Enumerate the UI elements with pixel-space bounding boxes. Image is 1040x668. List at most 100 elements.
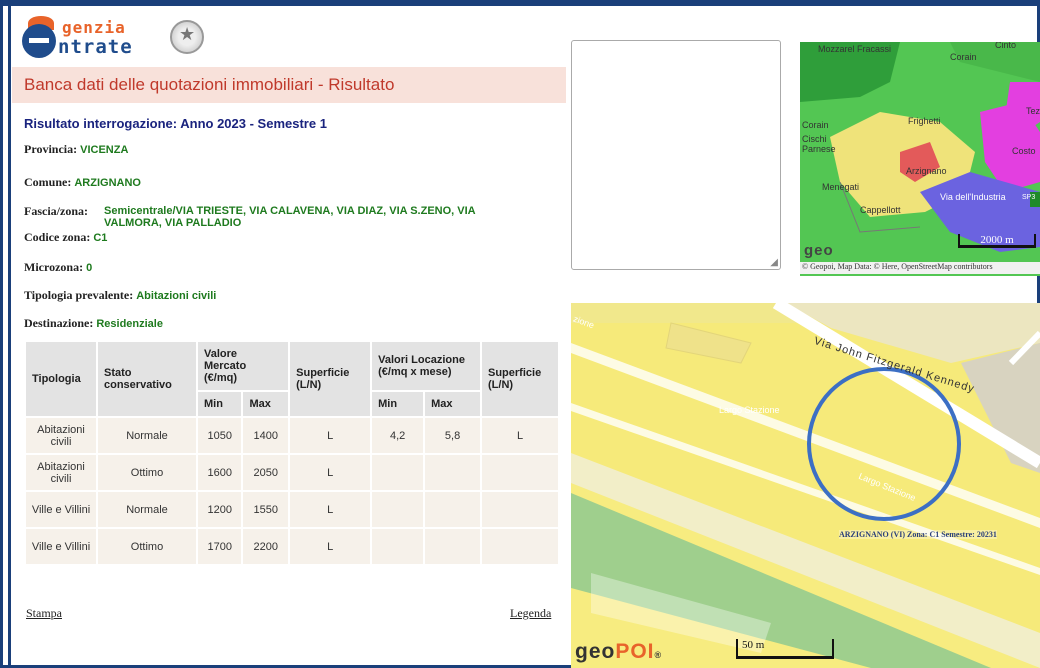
cell-stato: Normale (96, 416, 198, 455)
map-label-tez: Tez (1026, 106, 1040, 116)
result-heading: Risultato interrogazione: Anno 2023 - Se… (24, 116, 327, 131)
map-label-corain-2: Corain (802, 120, 829, 130)
cell-vm-min: 1200 (195, 490, 244, 529)
col-vl-max: Max (423, 390, 482, 418)
cell-vm-min: 1600 (195, 453, 244, 492)
col-vl-min: Min (370, 390, 426, 418)
quotazioni-table: Tipologia Stato conservativo Valore Merc… (24, 340, 560, 566)
table-row: Ville e Villini Ottimo 1700 2200 L (24, 527, 560, 566)
zone-label: ARZIGNANO (VI) Zona: C1 Semestre: 20231 (839, 530, 997, 539)
agenzia-entrate-logo[interactable]: genzia ntrate (22, 14, 222, 62)
stampa-link[interactable]: Stampa (26, 606, 62, 621)
detail-map[interactable]: Via John Fitzgerald Kennedy Largo Stazio… (571, 303, 1040, 668)
col-valori-locazione: Valori Locazione (€/mq x mese) (370, 340, 482, 392)
cell-vl-min (370, 453, 426, 492)
cell-vl-min: 4,2 (370, 416, 426, 455)
codice-label: Codice zona: (24, 230, 91, 244)
cell-stato: Ottimo (96, 527, 198, 566)
map-label-arzignano: Arzignano (906, 166, 947, 176)
col-superficie-2: Superficie (L/N) (480, 340, 560, 418)
cell-vl-max (423, 490, 482, 529)
logo-top-text: genzia (62, 18, 126, 37)
col-tipologia: Tipologia (24, 340, 98, 418)
cell-superficie-1: L (288, 490, 373, 529)
detail-map-shapes (571, 303, 1040, 668)
cell-vm-max: 2200 (241, 527, 291, 566)
map-label-sp3: SP3 (1022, 194, 1036, 201)
tipologia-label: Tipologia prevalente: (24, 288, 134, 302)
map-label-cinto: Cinto (995, 42, 1017, 50)
cell-superficie-2 (480, 453, 560, 492)
detail-scale-bar: 50 m (736, 639, 834, 659)
microzona-label: Microzona: (24, 260, 84, 274)
map-attribution[interactable]: © Geopoi, Map Data: © Here, OpenStreetMa… (800, 262, 1040, 274)
cell-vm-max: 2050 (241, 453, 291, 492)
col-vm-max: Max (241, 390, 291, 418)
map-label-industria: Via dell'Industria (940, 192, 1006, 202)
provincia-row: Provincia: VICENZA (24, 142, 128, 157)
cell-vl-min (370, 490, 426, 529)
microzona-row: Microzona: 0 (24, 260, 92, 275)
overview-map[interactable]: Mozzarel Fracassi Corain Corain Cischi P… (800, 42, 1040, 276)
comune-value: ARZIGNANO (74, 177, 141, 189)
logo-e-icon (22, 24, 56, 58)
geopoi-logo-poi: POI (615, 640, 655, 663)
col-stato: Stato conservativo (96, 340, 198, 418)
cell-vl-max (423, 453, 482, 492)
map-label-largo-stazione: Largo Stazione (719, 405, 780, 415)
col-valore-mercato: Valore Mercato (€/mq) (195, 340, 291, 392)
cell-superficie-2: L (480, 416, 560, 455)
table-row: Abitazioni civili Normale 1050 1400 L 4,2 5,8 L (24, 416, 560, 455)
detail-scale-label: 50 m (742, 639, 765, 651)
codice-row: Codice zona: C1 (24, 230, 107, 245)
overview-scale-label: 2000 m (980, 234, 1014, 246)
republic-emblem-icon (170, 20, 204, 54)
cell-superficie-1: L (288, 453, 373, 492)
resize-grip-icon[interactable]: ◢ (770, 258, 778, 268)
cell-vm-min: 1050 (195, 416, 244, 455)
destinazione-row: Destinazione: Residenziale (24, 316, 163, 331)
tipologia-value: Abitazioni civili (136, 290, 217, 302)
destinazione-label: Destinazione: (24, 316, 94, 330)
cell-tipologia: Abitazioni civili (24, 416, 98, 455)
cell-tipologia: Abitazioni civili (24, 453, 98, 492)
notes-textarea[interactable]: ◢ (571, 40, 781, 270)
cell-vl-min (370, 527, 426, 566)
geopoi-logo-geo: geo (575, 640, 616, 663)
provincia-label: Provincia: (24, 142, 78, 156)
map-label-costo: Costo (1012, 146, 1036, 156)
geopoi-logo-mark: ® (654, 650, 663, 660)
map-label-menegati: Menegati (822, 182, 860, 192)
table-row: Ville e Villini Normale 1200 1550 L (24, 490, 560, 529)
codice-value: C1 (93, 232, 108, 244)
legenda-link[interactable]: Legenda (510, 606, 551, 621)
col-vm-min: Min (195, 390, 244, 418)
cell-superficie-1: L (288, 416, 373, 455)
fascia-label: Fascia/zona: (24, 204, 88, 218)
provincia-value: VICENZA (80, 144, 129, 156)
fascia-value: Semicentrale/VIA TRIESTE, VIA CALAVENA, … (104, 205, 476, 229)
cell-vm-max: 1400 (241, 416, 291, 455)
comune-label: Comune: (24, 175, 72, 189)
map-label-cappellott: Cappellott (860, 205, 901, 215)
cell-tipologia: Ville e Villini (24, 527, 98, 566)
comune-row: Comune: ARZIGNANO (24, 175, 141, 190)
tipologia-row: Tipologia prevalente: Abitazioni civili (24, 288, 216, 303)
cell-vm-max: 1550 (241, 490, 291, 529)
map-label-cischi: Cischi Parnese (802, 134, 836, 154)
cell-stato: Ottimo (96, 453, 198, 492)
geopoi-logo: geoPOI® (575, 640, 662, 664)
map-label-corain: Corain (950, 52, 977, 62)
cell-vl-max: 5,8 (423, 416, 482, 455)
cell-superficie-2 (480, 527, 560, 566)
cell-tipologia: Ville e Villini (24, 490, 98, 529)
map-label-frighetti: Frighetti (908, 116, 941, 126)
cell-superficie-2 (480, 490, 560, 529)
col-superficie-1: Superficie (L/N) (288, 340, 373, 418)
logo-bottom-text: ntrate (58, 36, 133, 58)
microzona-value: 0 (86, 262, 93, 274)
cell-vl-max (423, 527, 482, 566)
overview-geopoi-logo: geo (804, 242, 834, 259)
cell-stato: Normale (96, 490, 198, 529)
cell-vm-min: 1700 (195, 527, 244, 566)
